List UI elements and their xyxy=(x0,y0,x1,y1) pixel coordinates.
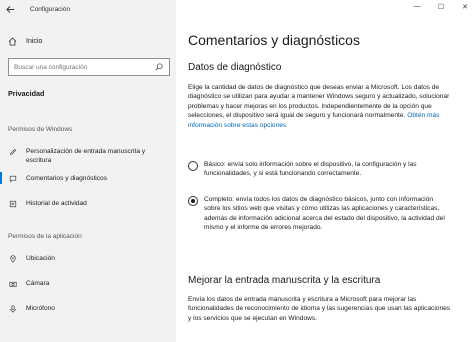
pen-icon xyxy=(8,147,18,157)
maximize-button[interactable]: ☐ xyxy=(436,3,446,11)
sidebar-item-label: Personalización de entrada manuscrita y … xyxy=(26,148,146,164)
section-title: Privacidad xyxy=(8,89,45,98)
sidebar-item-label: Ubicación xyxy=(26,255,55,262)
sidebar-item-label: Cámara xyxy=(26,280,50,287)
history-icon xyxy=(8,199,18,209)
sidebar-item-label: Comentarios y diagnósticos xyxy=(26,175,107,182)
sidebar-item-label: Inicio xyxy=(26,37,43,45)
sidebar-item-microphone[interactable]: Micrófono xyxy=(0,304,176,314)
microphone-icon xyxy=(8,304,18,314)
sidebar-item-feedback[interactable]: Comentarios y diagnósticos xyxy=(0,172,176,184)
camera-icon xyxy=(8,279,18,289)
ink-description: Envía los datos de entrada manuscrita y … xyxy=(188,296,451,322)
location-icon xyxy=(8,254,18,264)
minimize-button[interactable]: — xyxy=(412,3,422,11)
sidebar-item-label: Historial de actividad xyxy=(26,200,87,207)
feedback-icon xyxy=(8,174,18,184)
sidebar-item-camera[interactable]: Cámara xyxy=(0,279,176,289)
option-basic-text: Básico: envía solo información sobre el … xyxy=(204,161,417,178)
group-label-windows: Permisos de Windows xyxy=(8,126,73,133)
diag-description: Elige la cantidad de datos de diagnóstic… xyxy=(188,83,454,130)
home-icon xyxy=(8,36,18,46)
sidebar-item-location[interactable]: Ubicación xyxy=(0,254,176,264)
close-button[interactable]: ✕ xyxy=(460,3,470,11)
page-title: Comentarios y diagnósticos xyxy=(188,32,360,48)
main-pane: — ☐ ✕ Comentarios y diagnósticos Datos d… xyxy=(176,0,474,342)
title-bar: Configuración xyxy=(0,0,176,18)
option-full-text: Completo: envía todos los datos de diagn… xyxy=(204,196,445,232)
sidebar: Configuración Inicio Privacidad Permisos… xyxy=(0,0,176,342)
option-basic[interactable]: Básico: envía solo información sobre el … xyxy=(188,160,458,179)
sidebar-item-home[interactable]: Inicio xyxy=(0,32,176,50)
window-controls: — ☐ ✕ xyxy=(412,3,470,11)
sidebar-item-activity-history[interactable]: Historial de actividad xyxy=(0,199,176,209)
back-arrow-icon[interactable] xyxy=(6,3,20,15)
search-icon[interactable] xyxy=(155,63,164,72)
search-input[interactable] xyxy=(14,63,155,71)
option-full[interactable]: Completo: envía todos los datos de diagn… xyxy=(188,195,458,233)
search-box[interactable] xyxy=(8,58,170,76)
ink-heading: Mejorar la entrada manuscrita y la escri… xyxy=(188,275,381,286)
window-title: Configuración xyxy=(30,5,71,13)
group-label-app: Permisos de la aplicación xyxy=(8,233,82,240)
radio-basic[interactable] xyxy=(188,161,198,171)
sidebar-item-inking[interactable]: Personalización de entrada manuscrita y … xyxy=(0,147,176,165)
sidebar-item-label: Micrófono xyxy=(26,305,55,312)
radio-full[interactable] xyxy=(188,196,198,206)
diag-heading: Datos de diagnóstico xyxy=(188,62,282,73)
